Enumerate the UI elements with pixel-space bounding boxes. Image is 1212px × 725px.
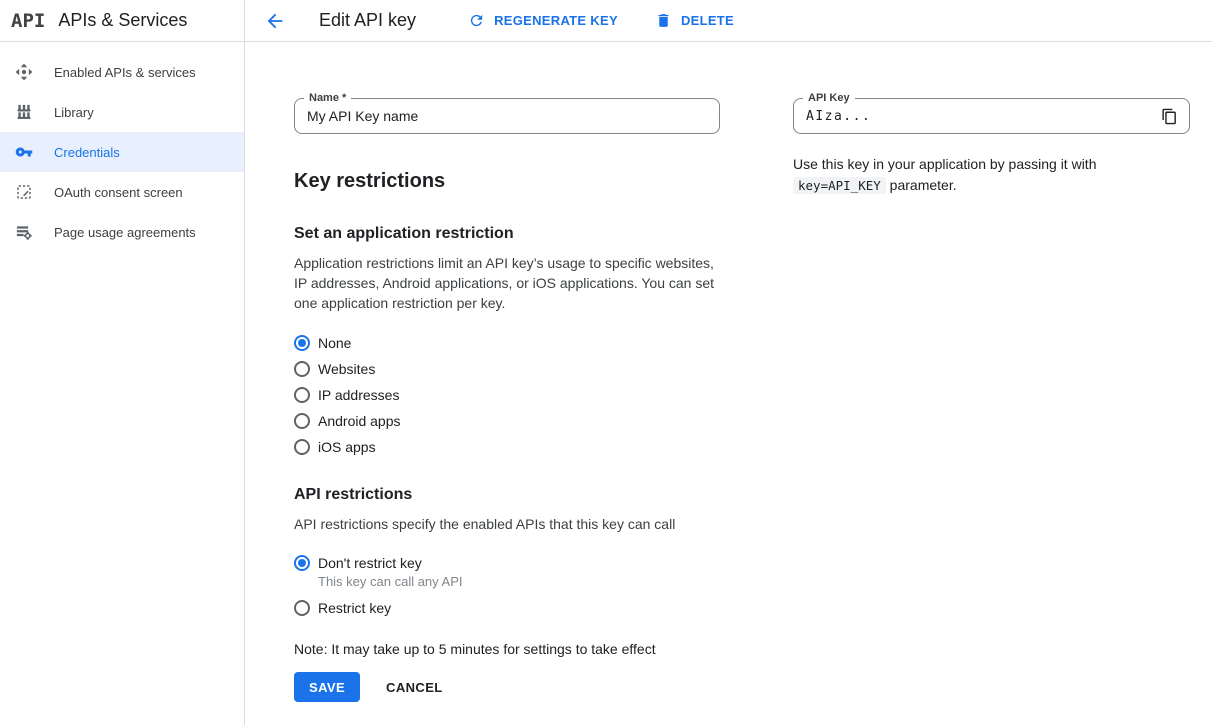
api-logo: API (11, 10, 45, 32)
sidebar-item-enabled-apis[interactable]: Enabled APIs & services (0, 52, 244, 92)
radio-android-apps[interactable]: Android apps (294, 408, 720, 434)
radio-button-icon (294, 413, 310, 429)
sidebar-item-page-usage-agreements[interactable]: Page usage agreements (0, 212, 244, 252)
radio-button-icon (294, 335, 310, 351)
back-button[interactable] (261, 7, 289, 35)
sidebar-header: API APIs & Services (0, 0, 244, 42)
api-restrictions-title: API restrictions (294, 486, 720, 504)
sidebar-item-label: Enabled APIs & services (54, 65, 196, 80)
agreements-gear-icon (14, 222, 34, 242)
topbar: Edit API key REGENERATE KEY DELETE (245, 0, 1212, 42)
name-input[interactable] (295, 99, 719, 133)
radio-dont-restrict-key[interactable]: Don't restrict key This key can call any… (294, 551, 720, 595)
regenerate-key-button[interactable]: REGENERATE KEY (468, 12, 618, 29)
radio-restrict-key[interactable]: Restrict key (294, 595, 720, 621)
api-key-field-label: API Key (803, 92, 855, 105)
sidebar-nav: Enabled APIs & services Library Credenti… (0, 42, 244, 252)
radio-button-icon (294, 555, 310, 571)
radio-ios-apps[interactable]: iOS apps (294, 434, 720, 460)
save-button[interactable]: SAVE (294, 672, 360, 702)
copy-icon (1161, 108, 1178, 125)
radio-button-icon (294, 387, 310, 403)
settings-note: Note: It may take up to 5 minutes for se… (294, 641, 720, 657)
api-key-param-chip: key=API_KEY (793, 177, 886, 194)
footer-actions: SAVE CANCEL (294, 672, 720, 702)
sidebar-item-label: Library (54, 105, 94, 120)
trash-icon (655, 12, 681, 29)
left-column: Name * Key restrictions Set an applicati… (294, 98, 720, 702)
radio-none[interactable]: None (294, 330, 720, 356)
api-restrictions-radio-group: Don't restrict key This key can call any… (294, 551, 720, 621)
api-restrictions-description: API restrictions specify the enabled API… (294, 514, 720, 534)
key-icon (14, 142, 34, 162)
name-field: Name * (294, 98, 720, 134)
copy-button[interactable] (1157, 104, 1181, 128)
api-key-field: API Key (793, 98, 1190, 134)
enabled-apis-icon (14, 62, 34, 82)
sidebar-item-label: OAuth consent screen (54, 185, 183, 200)
oauth-consent-icon (14, 182, 34, 202)
sidebar-item-label: Page usage agreements (54, 225, 196, 240)
radio-sublabel: This key can call any API (318, 573, 463, 591)
application-restriction-title: Set an application restriction (294, 225, 720, 243)
radio-websites[interactable]: Websites (294, 356, 720, 382)
delete-label: DELETE (681, 13, 734, 28)
sidebar-item-label: Credentials (54, 145, 120, 160)
radio-ip-addresses[interactable]: IP addresses (294, 382, 720, 408)
right-column: API Key Use this key in your application… (793, 98, 1190, 196)
sidebar-item-oauth-consent[interactable]: OAuth consent screen (0, 172, 244, 212)
delete-button[interactable]: DELETE (655, 12, 734, 29)
sidebar-item-credentials[interactable]: Credentials (0, 132, 244, 172)
arrow-left-icon (264, 10, 286, 32)
radio-button-icon (294, 600, 310, 616)
library-icon (14, 102, 34, 122)
radio-button-icon (294, 439, 310, 455)
radio-button-icon (294, 361, 310, 377)
sidebar: API APIs & Services Enabled APIs & servi… (0, 0, 245, 725)
api-key-usage-hint: Use this key in your application by pass… (793, 154, 1190, 196)
sidebar-item-library[interactable]: Library (0, 92, 244, 132)
sidebar-title: APIs & Services (58, 10, 187, 31)
page-title: Edit API key (319, 10, 416, 31)
refresh-icon (468, 12, 494, 29)
regenerate-key-label: REGENERATE KEY (494, 13, 618, 28)
cancel-button[interactable]: CANCEL (386, 680, 443, 695)
application-restriction-radio-group: None Websites IP addresses Android apps … (294, 330, 720, 460)
name-field-label: Name * (304, 92, 351, 105)
application-restriction-description: Application restrictions limit an API ke… (294, 253, 720, 313)
key-restrictions-title: Key restrictions (294, 170, 720, 193)
